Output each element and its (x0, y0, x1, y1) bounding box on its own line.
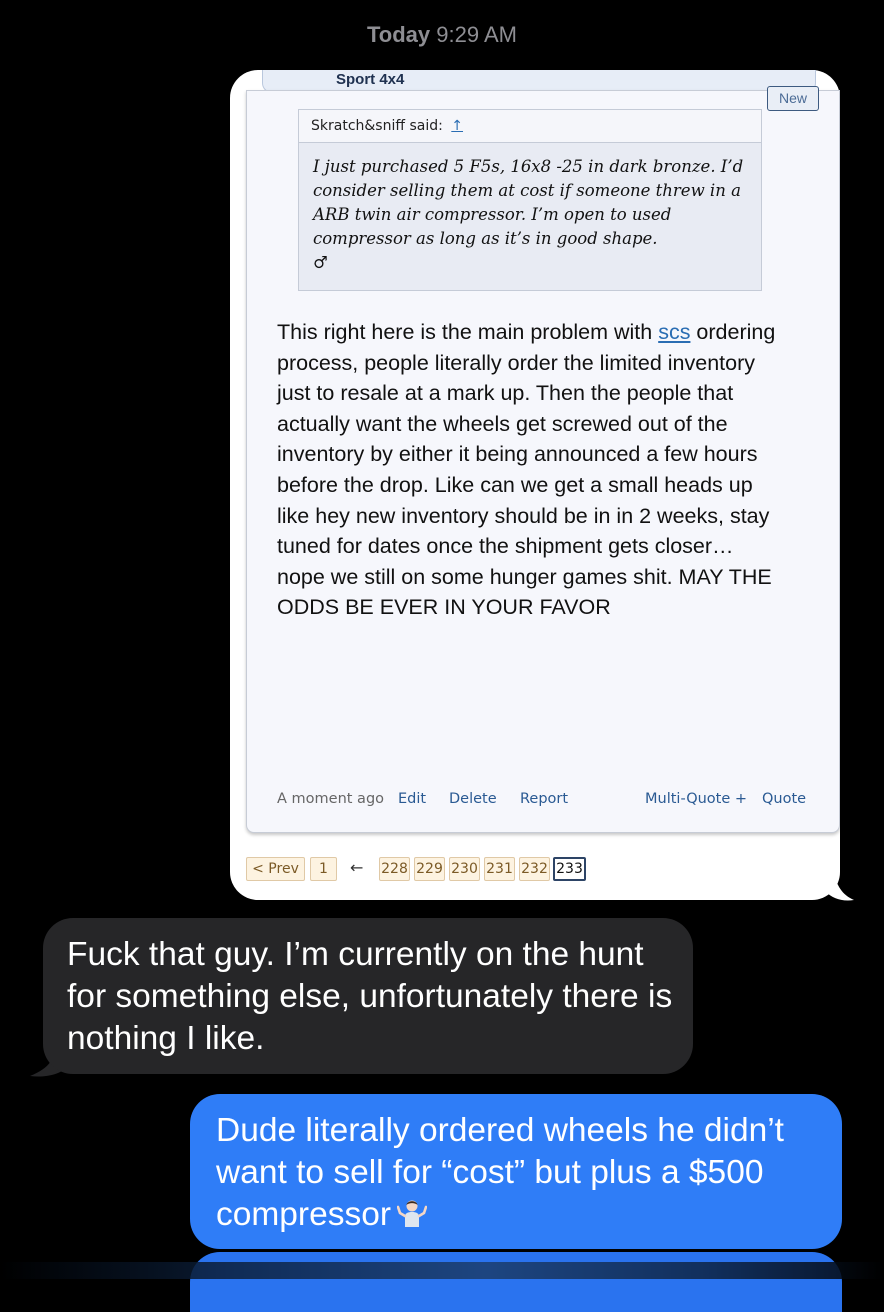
page-230-button[interactable]: 230 (449, 857, 480, 881)
quote-header: Skratch&sniff said: ↑ (299, 110, 761, 143)
edit-link[interactable]: Edit (398, 791, 426, 807)
next-outgoing-bubble-partial[interactable] (190, 1252, 842, 1312)
person-shrugging-icon (397, 1200, 427, 1227)
image-message-bubble[interactable]: Sport 4x4 New Skratch&sniff said: ↑ I ju… (230, 70, 840, 900)
input-area-glow (0, 1262, 884, 1279)
quote-block: Skratch&sniff said: ↑ I just purchased 5… (298, 109, 762, 291)
prev-page-button[interactable]: < Prev (246, 857, 305, 881)
post-text-rest: ordering process, people literally order… (277, 320, 776, 620)
incoming-message-text: Fuck that guy. I’m currently on the hunt… (67, 936, 673, 1057)
post-footer: A moment ago Edit Delete Report Multi-Qu… (277, 791, 817, 813)
post-time: A moment ago (277, 791, 385, 807)
page-231-button[interactable]: 231 (484, 857, 515, 881)
quote-author: Skratch&sniff said: (311, 118, 443, 134)
left-arrow-icon: ← (350, 858, 364, 877)
page-233-current[interactable]: 233 (553, 857, 586, 881)
male-symbol: ♂ (313, 253, 328, 272)
page-229-button[interactable]: 229 (414, 857, 445, 881)
page-228-button[interactable]: 228 (379, 857, 410, 881)
message-timestamp: Today 9:29 AM (0, 22, 884, 48)
post-body: This right here is the main problem with… (277, 317, 777, 623)
forum-section-title: Sport 4x4 (336, 71, 405, 88)
forum-post: New Skratch&sniff said: ↑ I just purchas… (246, 86, 840, 833)
quote-link[interactable]: Quote (762, 791, 806, 807)
post-text-start: This right here is the main problem with (277, 320, 659, 344)
delete-link[interactable]: Delete (449, 791, 497, 807)
jump-to-quote-link[interactable]: ↑ (451, 118, 463, 134)
quote-text: I just purchased 5 F5s, 16x8 -25 in dark… (313, 157, 744, 248)
scs-link[interactable]: scs (658, 320, 690, 344)
quote-body: I just purchased 5 F5s, 16x8 -25 in dark… (299, 143, 761, 275)
outgoing-message-text: Dude literally ordered wheels he didn’t … (216, 1110, 836, 1236)
multi-quote-link[interactable]: Multi-Quote + (645, 791, 747, 807)
incoming-message-bubble[interactable]: Fuck that guy. I’m currently on the hunt… (43, 918, 693, 1074)
timestamp-day: Today (367, 22, 431, 47)
page-1-button[interactable]: 1 (310, 857, 337, 881)
new-badge: New (767, 86, 819, 111)
outgoing-message-bubble[interactable]: Dude literally ordered wheels he didn’t … (190, 1094, 842, 1249)
timestamp-time: 9:29 AM (436, 22, 517, 47)
page-232-button[interactable]: 232 (519, 857, 550, 881)
report-link[interactable]: Report (520, 791, 568, 807)
outgoing-message-content: Dude literally ordered wheels he didn’t … (216, 1112, 784, 1233)
image-bubble-tail (826, 860, 854, 901)
